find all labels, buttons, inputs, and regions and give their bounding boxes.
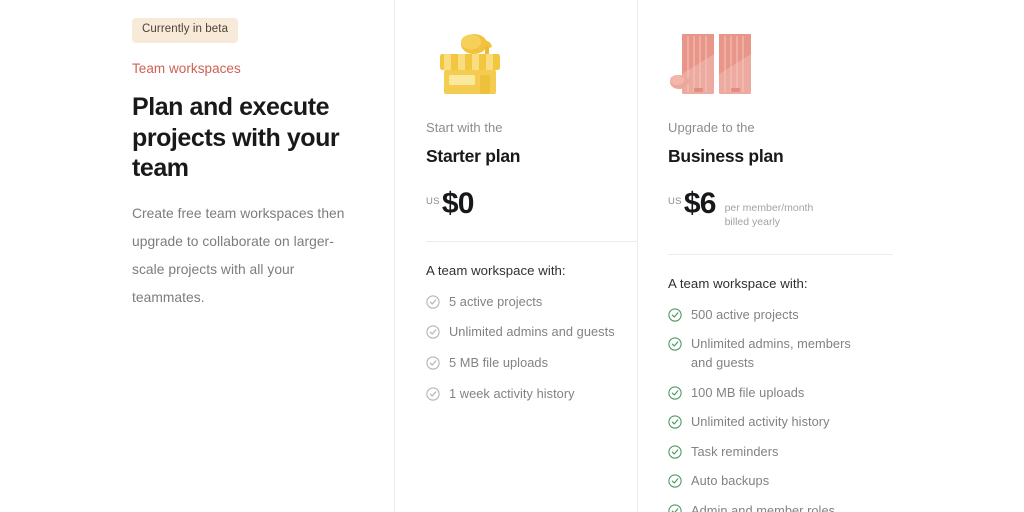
check-circle-green-icon <box>668 308 682 322</box>
list-item: Task reminders <box>668 443 893 462</box>
plan-card-business: Upgrade to the Business plan US $6 per m… <box>668 18 893 512</box>
check-circle-icon <box>426 386 440 401</box>
list-item: Unlimited admins, members and guests <box>668 335 893 372</box>
list-item: 100 MB file uploads <box>668 384 893 403</box>
list-item: 5 MB file uploads <box>426 354 638 373</box>
check-circle-icon <box>426 356 440 370</box>
features-title: A team workspace with: <box>668 275 808 291</box>
feature-label: 5 MB file uploads <box>449 355 549 371</box>
office-buildings-icon <box>668 18 893 98</box>
plan-kicker: Upgrade to the <box>668 120 755 135</box>
check-circle-green-icon <box>668 337 682 352</box>
plan-rule <box>668 253 893 255</box>
price-note-line-2: billed yearly <box>724 216 781 229</box>
list-item: Unlimited activity history <box>668 413 893 432</box>
plan-card-starter: Start with the Starter plan US $0 A team… <box>426 18 638 415</box>
check-circle-green-icon <box>668 415 682 429</box>
plan-rule <box>426 240 638 242</box>
check-circle-green-icon <box>668 504 682 512</box>
intro-column: Currently in beta Team workspaces Plan a… <box>132 18 357 313</box>
price-currency: US <box>668 195 682 207</box>
check-circle-green-icon <box>668 385 682 400</box>
intro-description: Create free team workspaces then upgrade… <box>132 205 345 306</box>
plan-name: Starter plan <box>426 145 521 166</box>
feature-label: Unlimited admins and guests <box>449 324 615 340</box>
list-item: Auto backups <box>668 472 893 491</box>
feature-label: 500 active projects <box>691 306 799 322</box>
pricing-page: Currently in beta Team workspaces Plan a… <box>0 0 1024 512</box>
feature-label: Unlimited activity history <box>691 414 830 430</box>
price-note: per member/month billed yearly <box>725 201 814 230</box>
features-title: A team workspace with: <box>426 262 566 278</box>
column-divider-left <box>394 0 395 512</box>
features-list: 5 active projects Unlimited admins and g… <box>426 293 638 403</box>
feature-label: Unlimited admins, members and guests <box>691 336 851 370</box>
price-amount: $0 <box>441 186 475 220</box>
feature-label: Auto backups <box>691 473 770 489</box>
list-item: 500 active projects <box>668 306 893 325</box>
team-workspaces-link[interactable]: Team workspaces <box>132 60 357 78</box>
feature-label: 5 active projects <box>449 293 543 309</box>
check-circle-icon <box>426 325 440 340</box>
price-currency: US <box>426 195 440 207</box>
beta-status-badge: Currently in beta <box>132 18 239 43</box>
list-item: 1 week activity history <box>426 385 638 404</box>
list-item: 5 active projects <box>426 293 638 312</box>
shop-storefront-icon <box>426 18 638 98</box>
plan-price: US $6 per member/month billed yearly <box>668 186 893 232</box>
price-note-line-1: per member/month <box>724 201 814 214</box>
list-item: Unlimited admins and guests <box>426 323 638 342</box>
plan-kicker: Start with the <box>426 120 503 135</box>
page-title: Plan and execute projects with your team <box>132 93 340 183</box>
feature-label: 1 week activity history <box>449 385 575 401</box>
check-circle-icon <box>426 295 440 309</box>
check-circle-green-icon <box>668 444 682 459</box>
feature-label: 100 MB file uploads <box>691 384 805 400</box>
feature-label: Admin and member roles <box>691 502 836 512</box>
check-circle-green-icon <box>668 474 682 488</box>
list-item: Admin and member roles <box>668 502 893 512</box>
plan-name: Business plan <box>668 145 784 166</box>
feature-label: Task reminders <box>691 443 779 459</box>
features-list: 500 active projects Unlimited admins, me… <box>668 306 893 512</box>
plan-price: US $0 <box>426 186 638 220</box>
price-amount: $6 <box>683 186 717 220</box>
